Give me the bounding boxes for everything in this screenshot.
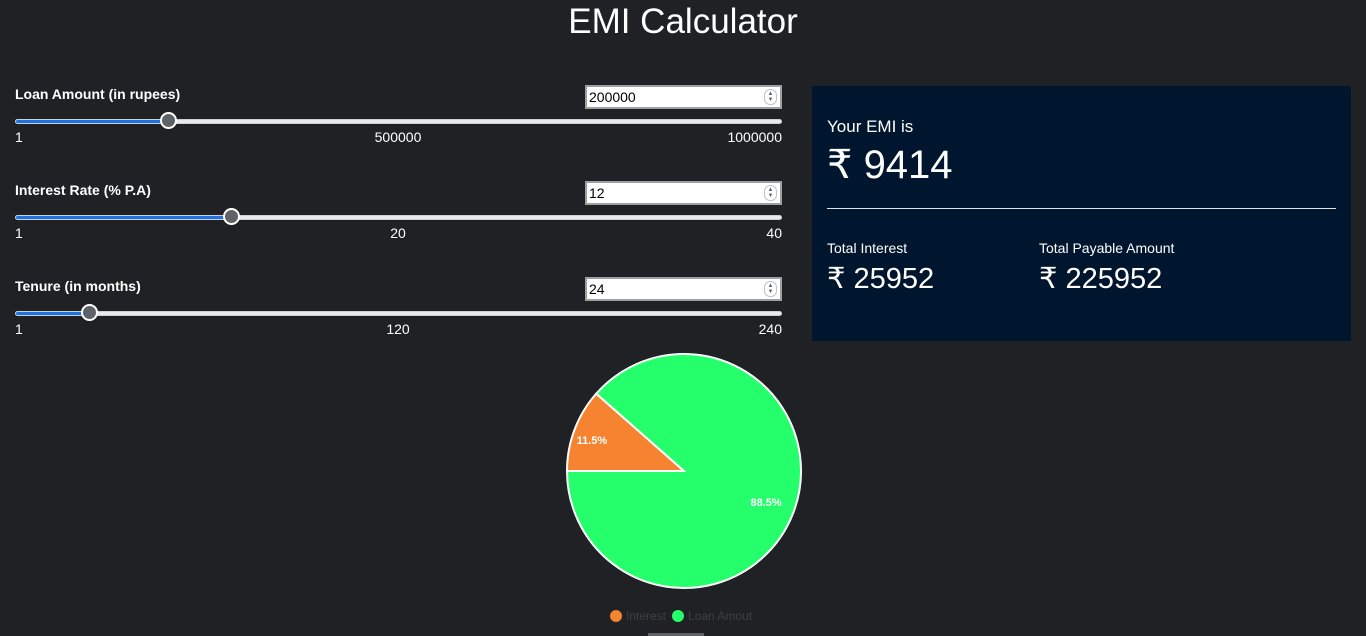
tenure-section: Tenure (in months) ▲▼ 1 120 240 <box>15 277 782 348</box>
total-interest-value: ₹ 25952 <box>827 263 935 295</box>
loan-amount-spinner[interactable]: ▲ ▼ <box>764 89 777 105</box>
loan-amount-max: 1000000 <box>727 129 782 145</box>
tenure-input[interactable] <box>589 281 759 297</box>
tenure-field[interactable]: ▲▼ <box>585 277 782 301</box>
tenure-max: 240 <box>758 321 782 337</box>
chart-legend: Interest Loan Amout <box>610 609 758 623</box>
pie-slice-loan-amout[interactable] <box>565 353 802 589</box>
tenure-slider[interactable] <box>15 304 782 321</box>
legend-item-interest[interactable]: Interest <box>610 609 666 623</box>
loan-amount-slider-thumb[interactable] <box>160 112 177 129</box>
interest-rate-spinner[interactable]: ▲ ▼ <box>764 185 777 201</box>
interest-rate-min: 1 <box>15 225 23 241</box>
interest-rate-section: Interest Rate (% P.A) ▲▼ 1 20 40 <box>15 181 782 252</box>
page-title: EMI Calculator <box>568 2 798 41</box>
tenure-slider-fill <box>16 312 90 315</box>
spin-down-icon[interactable]: ▼ <box>768 193 774 199</box>
interest-rate-slider-fill <box>16 216 232 219</box>
spin-down-icon[interactable]: ▼ <box>768 97 774 103</box>
interest-rate-mid: 20 <box>390 225 406 241</box>
total-payable-value: ₹ 225952 <box>1039 263 1163 295</box>
loan-amount-input[interactable] <box>589 89 759 105</box>
total-interest-label: Total Interest <box>827 240 908 256</box>
interest-rate-max: 40 <box>766 225 782 241</box>
result-panel: Your EMI is ₹ 9414 Total Interest ₹ 2595… <box>812 86 1351 341</box>
emi-calculator-page: EMI Calculator Loan Amount (in rupees) ▲… <box>0 0 1366 636</box>
legend-item-loan-amount[interactable]: Loan Amout <box>672 609 752 623</box>
tenure-spinner[interactable]: ▲ ▼ <box>764 281 777 297</box>
legend-swatch-interest <box>610 610 622 622</box>
interest-rate-field[interactable]: ▲▼ <box>585 181 782 205</box>
legend-label-interest: Interest <box>626 609 667 623</box>
loan-amount-field[interactable]: ▲▼ <box>585 85 782 109</box>
tenure-label: Tenure (in months) <box>15 278 141 294</box>
result-divider <box>827 208 1336 209</box>
loan-amount-slider[interactable] <box>15 112 782 129</box>
tenure-mid: 120 <box>386 321 410 337</box>
pie-label-loan-amout: 88.5% <box>750 497 781 509</box>
loan-amount-section: Loan Amount (in rupees) ▲▼ 1 500000 1000… <box>15 85 782 156</box>
legend-swatch-loan-amount <box>672 610 685 622</box>
interest-rate-slider[interactable] <box>15 208 782 225</box>
pie-label-interest: 11.5% <box>577 435 608 447</box>
interest-rate-label: Interest Rate (% P.A) <box>15 182 151 198</box>
emi-label: Your EMI is <box>827 117 914 136</box>
loan-amount-mid: 500000 <box>374 129 422 145</box>
total-payable-label: Total Payable Amount <box>1039 240 1175 256</box>
loan-amount-slider-fill <box>16 120 169 123</box>
legend-label-loan-amount: Loan Amout <box>688 609 753 623</box>
tenure-min: 1 <box>15 321 23 337</box>
spin-down-icon[interactable]: ▼ <box>768 289 774 295</box>
interest-rate-input[interactable] <box>589 185 759 201</box>
loan-breakdown-pie-chart: 11.5% 88.5% <box>565 353 802 589</box>
loan-amount-label: Loan Amount (in rupees) <box>15 86 181 102</box>
tenure-slider-thumb[interactable] <box>80 304 98 321</box>
emi-value: ₹ 9414 <box>827 143 953 187</box>
loan-amount-min: 1 <box>15 129 23 145</box>
interest-rate-slider-thumb[interactable] <box>222 208 240 225</box>
